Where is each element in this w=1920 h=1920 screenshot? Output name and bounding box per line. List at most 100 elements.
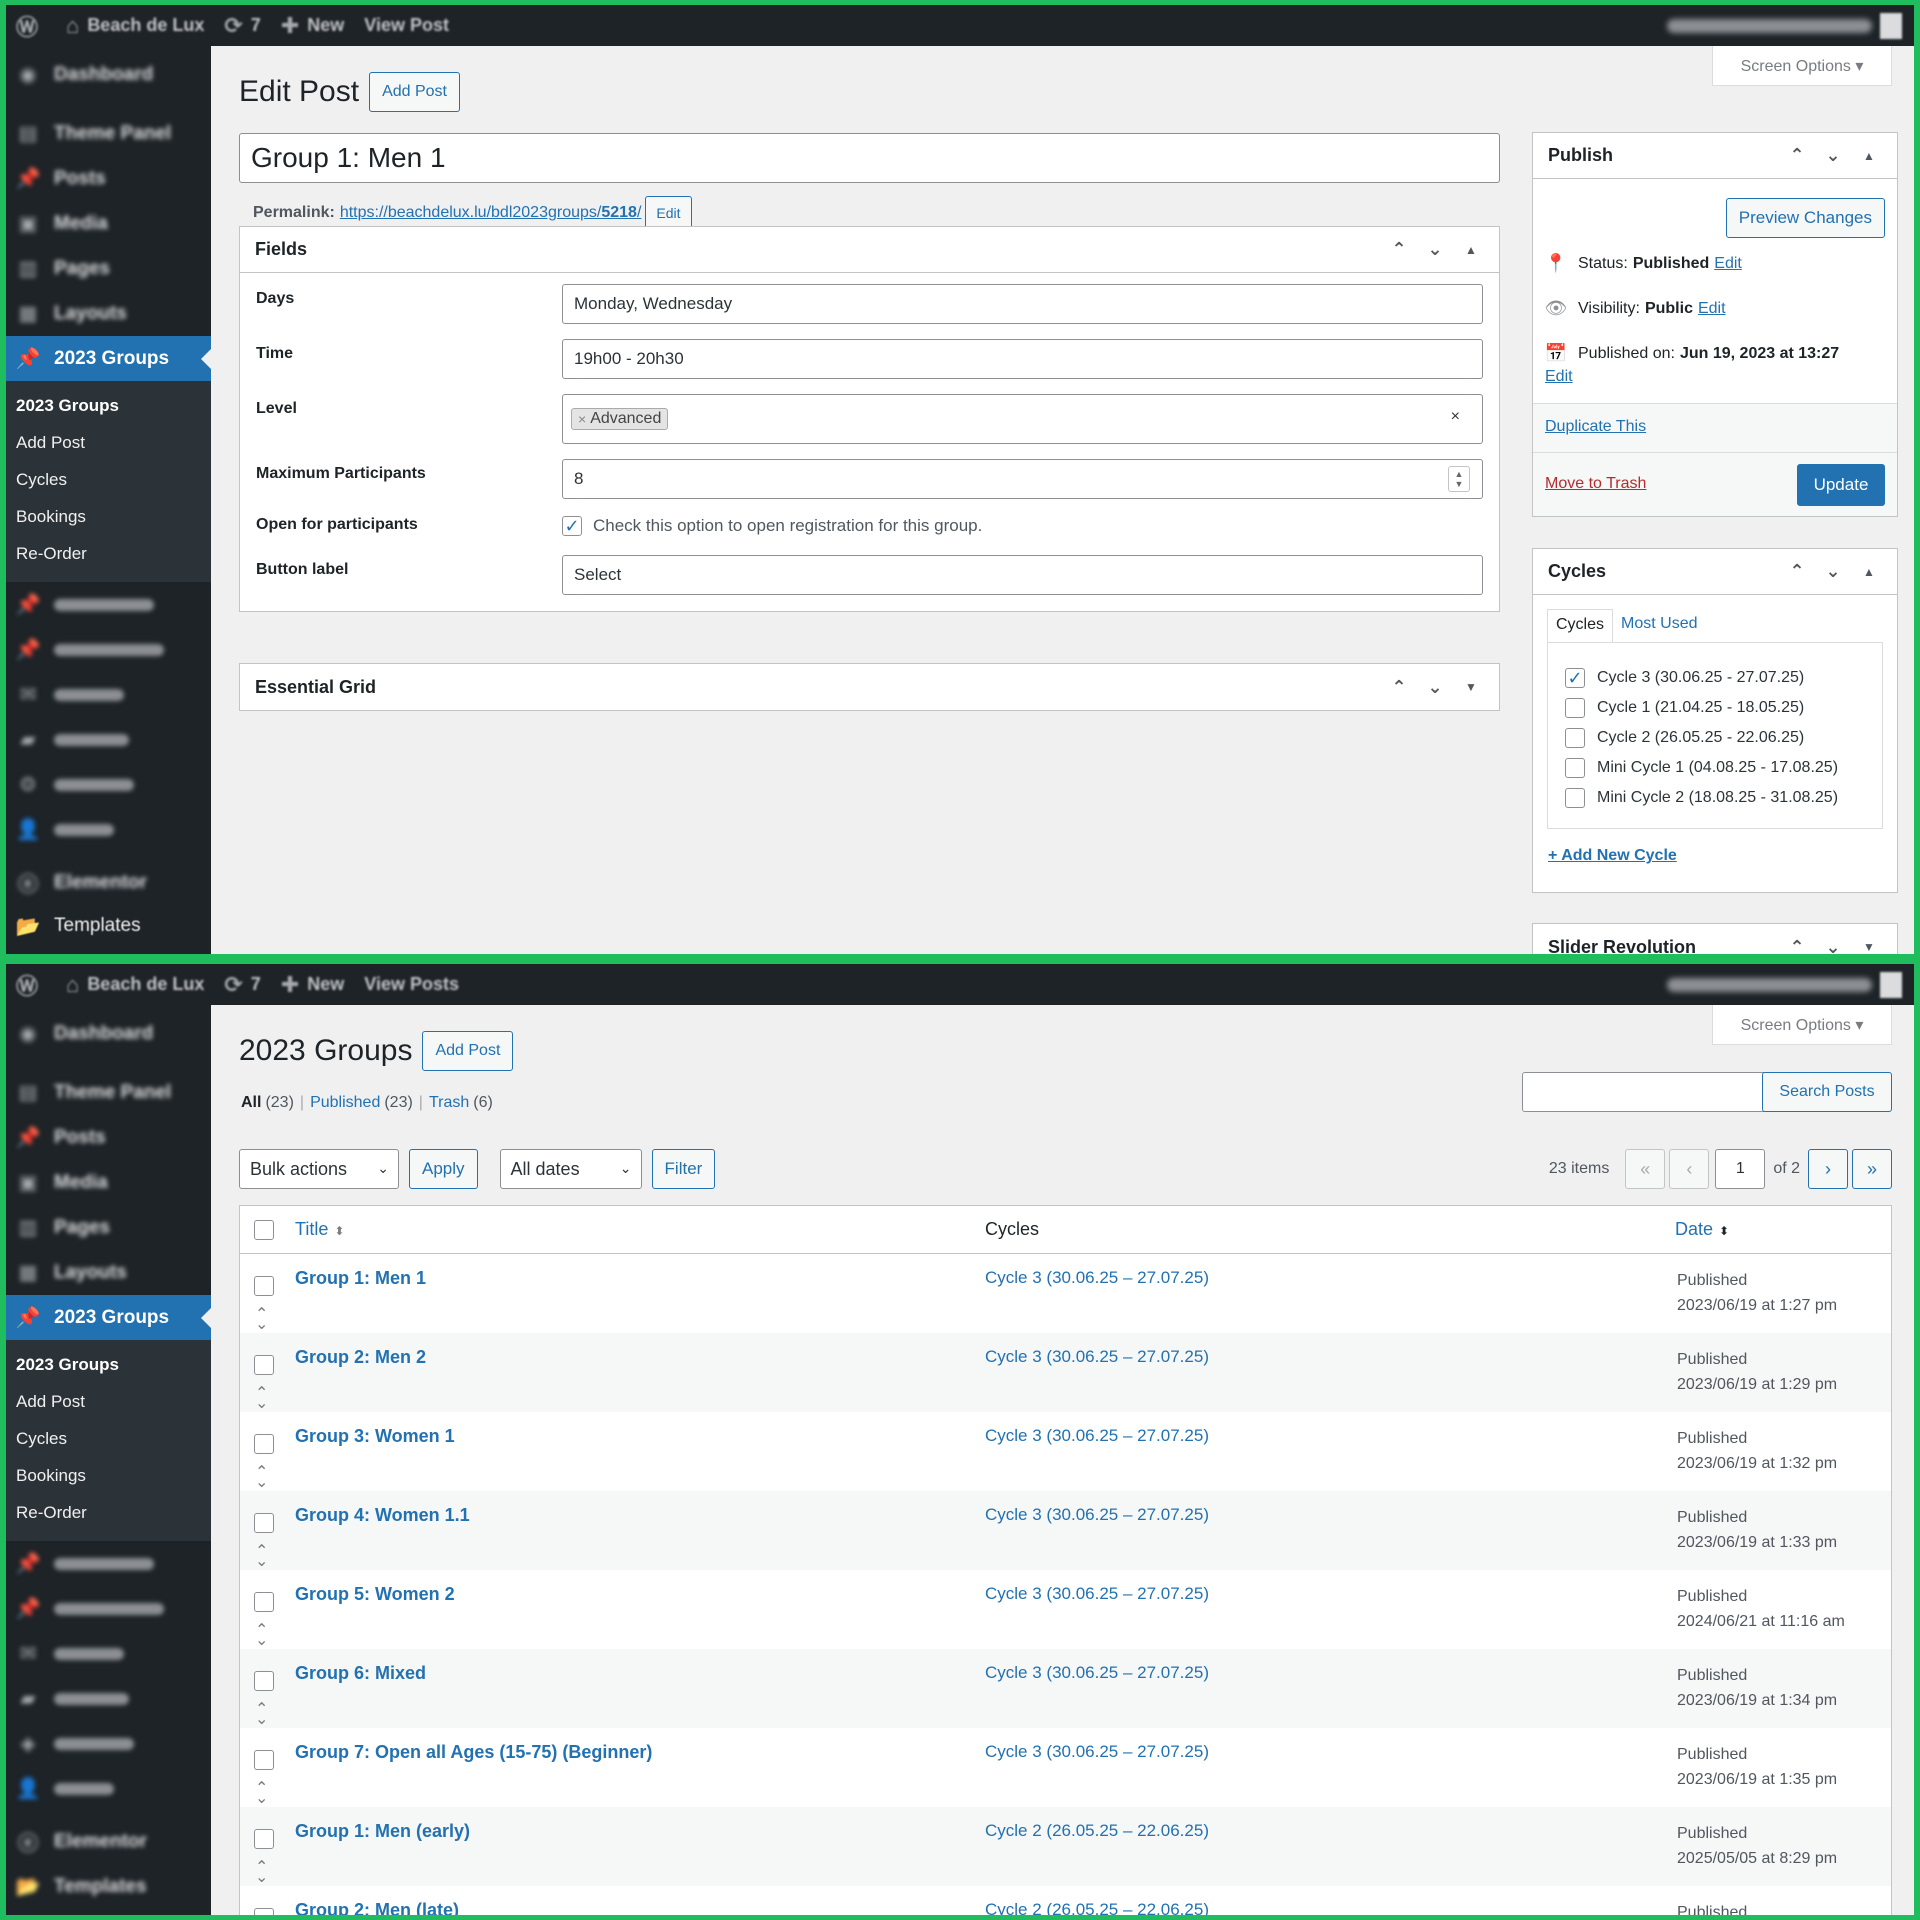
submenu-cycles[interactable]: Cycles <box>6 461 211 498</box>
bulk-actions-select[interactable]: Bulk actions ⌄ <box>239 1149 399 1189</box>
permalink-link[interactable]: https://beachdelux.lu/bdl2023groups/5218… <box>340 204 642 222</box>
filter-trash[interactable]: Trash <box>429 1094 469 1112</box>
cycle-checkbox[interactable] <box>1565 728 1585 748</box>
new-content-link[interactable]: ✚ New <box>271 5 354 46</box>
number-spinner-icon[interactable]: ▲ ▼ <box>1448 466 1470 492</box>
move-up-icon[interactable]: ⌃ <box>1381 677 1417 698</box>
move-down-icon[interactable]: ⌄ <box>1417 239 1453 260</box>
duplicate-link[interactable]: Duplicate This <box>1545 418 1646 436</box>
menu-2023-groups[interactable]: 📌 2023 Groups <box>6 336 211 381</box>
expand-icon[interactable]: ▼ <box>1453 680 1489 694</box>
menu-templates[interactable]: 📂 Templates <box>6 1864 211 1909</box>
days-input[interactable]: Monday, Wednesday <box>562 284 1483 324</box>
menu-pages[interactable]: ▥ Pages <box>6 246 211 291</box>
tab-most-used[interactable]: Most Used <box>1613 609 1705 643</box>
preview-changes-button[interactable]: Preview Changes <box>1725 198 1885 238</box>
move-down-icon[interactable]: ⌄ <box>1815 937 1851 955</box>
menu-media[interactable]: ▣ Media <box>6 1160 211 1205</box>
move-up-icon[interactable]: ⌃ <box>1779 561 1815 582</box>
menu-2023-groups[interactable]: 📌 2023 Groups <box>6 1295 211 1340</box>
row-checkbox[interactable] <box>254 1750 274 1770</box>
slider-revolution-header[interactable]: Slider Revolution ⌃ ⌄ ▼ <box>1533 924 1897 955</box>
row-title-link[interactable]: Group 4: Women 1.1 <box>295 1505 470 1525</box>
time-input[interactable]: 19h00 - 20h30 <box>562 339 1483 379</box>
row-title-link[interactable]: Group 1: Men (early) <box>295 1821 470 1841</box>
max-participants-input[interactable]: 8 ▲ ▼ <box>562 459 1483 499</box>
menu-templates[interactable]: 📂 Templates <box>6 905 211 947</box>
row-checkbox[interactable] <box>254 1355 274 1375</box>
updates-link[interactable]: ⟳ 7 <box>214 964 270 1005</box>
menu-blurred-3[interactable]: ✉ <box>6 672 211 717</box>
new-content-link[interactable]: ✚ New <box>271 964 354 1005</box>
row-checkbox[interactable] <box>254 1276 274 1296</box>
menu-blurred-1[interactable]: 📌 <box>6 582 211 627</box>
row-cycle-link[interactable]: Cycle 2 (26.05.25 – 22.06.25) <box>985 1821 1209 1840</box>
cycle-checkbox[interactable] <box>1565 698 1585 718</box>
row-checkbox[interactable] <box>254 1829 274 1849</box>
menu-blurred-2[interactable]: 📌 <box>6 627 211 672</box>
row-cycle-link[interactable]: Cycle 3 (30.06.25 – 27.07.25) <box>985 1268 1209 1287</box>
current-page-input[interactable]: 1 <box>1715 1149 1766 1189</box>
menu-blurred-4[interactable]: ▰ <box>6 717 211 762</box>
row-title-link[interactable]: Group 6: Mixed <box>295 1663 426 1683</box>
row-checkbox[interactable] <box>254 1908 274 1915</box>
permalink-edit-button[interactable]: Edit <box>645 196 692 230</box>
submenu-re-order[interactable]: Re-Order <box>6 1494 211 1531</box>
search-posts-button[interactable]: Search Posts <box>1762 1072 1892 1112</box>
row-cycle-link[interactable]: Cycle 2 (26.05.25 – 22.06.25) <box>985 1900 1209 1915</box>
drag-handle-icon[interactable]: ⌃ ⌄ <box>255 1465 268 1491</box>
screen-options-toggle[interactable]: Screen Options ▾ <box>1712 1005 1892 1045</box>
row-checkbox[interactable] <box>254 1513 274 1533</box>
menu-blurred-6[interactable]: 👤 <box>6 807 211 852</box>
submenu-bookings[interactable]: Bookings <box>6 498 211 535</box>
menu-blurred-5[interactable]: ◈ <box>6 1721 211 1766</box>
submenu-2023-groups[interactable]: 2023 Groups <box>6 1346 211 1383</box>
cycle-checkbox[interactable]: ✓ <box>1565 668 1585 688</box>
row-cycle-link[interactable]: Cycle 3 (30.06.25 – 27.07.25) <box>985 1742 1209 1761</box>
wordpress-logo[interactable]: Ⓦ <box>6 964 56 1005</box>
move-up-icon[interactable]: ⌃ <box>1381 239 1417 260</box>
drag-handle-icon[interactable]: ⌃ ⌄ <box>255 1702 268 1728</box>
menu-pages[interactable]: ▥ Pages <box>6 1205 211 1250</box>
move-down-icon[interactable]: ⌄ <box>1815 145 1851 166</box>
menu-media[interactable]: ▣ Media <box>6 201 211 246</box>
move-down-icon[interactable]: ⌄ <box>1815 561 1851 582</box>
menu-elementor[interactable]: ⓔ Elementor <box>6 1819 211 1864</box>
row-title-link[interactable]: Group 3: Women 1 <box>295 1426 455 1446</box>
menu-elementor[interactable]: ⓔ Elementor <box>6 860 211 905</box>
menu-posts[interactable]: 📌 Posts <box>6 156 211 201</box>
clear-icon[interactable]: × <box>1451 408 1460 426</box>
drag-handle-icon[interactable]: ⌃ ⌄ <box>255 1386 268 1412</box>
view-post-link[interactable]: View Post <box>354 5 459 46</box>
move-up-icon[interactable]: ⌃ <box>1779 937 1815 955</box>
avatar[interactable] <box>1880 971 1902 998</box>
row-title-link[interactable]: Group 2: Men 2 <box>295 1347 426 1367</box>
apply-button[interactable]: Apply <box>409 1149 478 1189</box>
add-post-button[interactable]: Add Post <box>369 72 460 112</box>
row-cycle-link[interactable]: Cycle 3 (30.06.25 – 27.07.25) <box>985 1426 1209 1445</box>
move-to-trash-link[interactable]: Move to Trash <box>1545 475 1646 493</box>
menu-blurred-3[interactable]: ✉ <box>6 1631 211 1676</box>
menu-blurred-6[interactable]: 👤 <box>6 1766 211 1811</box>
drag-handle-icon[interactable]: ⌃ ⌄ <box>255 1544 268 1570</box>
row-title-link[interactable]: Group 7: Open all Ages (15-75) (Beginner… <box>295 1742 652 1762</box>
user-greeting[interactable] <box>1667 18 1872 33</box>
menu-blurred-1[interactable]: 📌 <box>6 1541 211 1586</box>
button-label-input[interactable]: Select <box>562 555 1483 595</box>
row-title-link[interactable]: Group 5: Women 2 <box>295 1584 455 1604</box>
row-checkbox[interactable] <box>254 1434 274 1454</box>
list-item[interactable]: Cycle 2 (26.05.25 - 22.06.25) <box>1565 723 1882 753</box>
drag-handle-icon[interactable]: ⌃ ⌄ <box>255 1781 268 1807</box>
select-all-checkbox[interactable] <box>254 1219 274 1240</box>
menu-posts[interactable]: 📌 Posts <box>6 1115 211 1160</box>
list-item[interactable]: Cycle 1 (21.04.25 - 18.05.25) <box>1565 693 1882 723</box>
site-name-link[interactable]: ⌂ Beach de Lux <box>56 964 214 1005</box>
menu-theme-panel[interactable]: ▤ Theme Panel <box>6 1070 211 1115</box>
updates-link[interactable]: ⟳ 7 <box>214 5 270 46</box>
tab-cycles[interactable]: Cycles <box>1547 609 1614 643</box>
filter-button[interactable]: Filter <box>651 1149 716 1189</box>
row-cycle-link[interactable]: Cycle 3 (30.06.25 – 27.07.25) <box>985 1584 1209 1603</box>
collapse-icon[interactable]: ▲ <box>1453 243 1489 257</box>
row-cycle-link[interactable]: Cycle 3 (30.06.25 – 27.07.25) <box>985 1347 1209 1366</box>
submenu-add-post[interactable]: Add Post <box>6 424 211 461</box>
